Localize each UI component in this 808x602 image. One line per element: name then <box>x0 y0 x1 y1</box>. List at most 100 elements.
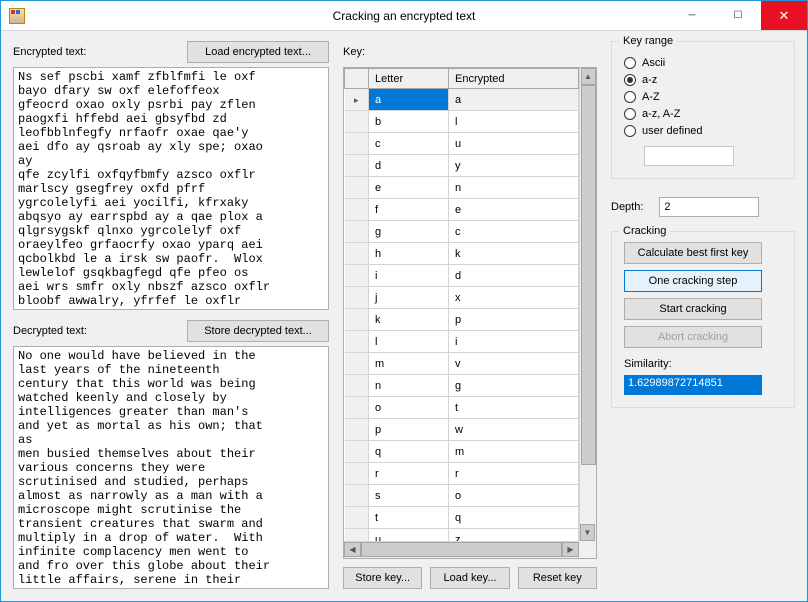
row-selector[interactable] <box>345 441 369 463</box>
key-row[interactable]: ng <box>345 375 579 397</box>
key-cell-letter[interactable]: n <box>369 375 449 397</box>
key-cell-encrypted[interactable]: u <box>449 133 579 155</box>
scroll-left-icon[interactable]: ◀ <box>344 542 361 557</box>
row-selector[interactable] <box>345 463 369 485</box>
key-row[interactable]: hk <box>345 243 579 265</box>
key-cell-encrypted[interactable]: p <box>449 309 579 331</box>
grid-horizontal-scrollbar[interactable]: ◀ ▶ <box>344 541 579 558</box>
row-selector[interactable] <box>345 419 369 441</box>
key-cell-letter[interactable]: q <box>369 441 449 463</box>
key-cell-letter[interactable]: k <box>369 309 449 331</box>
titlebar[interactable]: Cracking an encrypted text ─ ☐ ✕ <box>1 1 807 31</box>
key-cell-letter[interactable]: a <box>369 89 449 111</box>
key-cell-encrypted[interactable]: a <box>449 89 579 111</box>
key-row[interactable]: mv <box>345 353 579 375</box>
radio-user-defined[interactable]: user defined <box>624 125 782 137</box>
key-row[interactable]: so <box>345 485 579 507</box>
row-selector[interactable] <box>345 397 369 419</box>
key-row[interactable]: jx <box>345 287 579 309</box>
key-cell-letter[interactable]: m <box>369 353 449 375</box>
row-selector[interactable] <box>345 155 369 177</box>
key-cell-letter[interactable]: o <box>369 397 449 419</box>
key-header-letter[interactable]: Letter <box>369 69 449 89</box>
key-cell-encrypted[interactable]: l <box>449 111 579 133</box>
key-cell-letter[interactable]: g <box>369 221 449 243</box>
key-cell-encrypted[interactable]: y <box>449 155 579 177</box>
store-key-button[interactable]: Store key... <box>343 567 422 589</box>
key-row[interactable]: ot <box>345 397 579 419</box>
key-cell-encrypted[interactable]: x <box>449 287 579 309</box>
key-cell-encrypted[interactable]: e <box>449 199 579 221</box>
close-button[interactable]: ✕ <box>761 1 807 30</box>
key-cell-letter[interactable]: d <box>369 155 449 177</box>
row-selector[interactable] <box>345 287 369 309</box>
key-row[interactable]: qm <box>345 441 579 463</box>
reset-key-button[interactable]: Reset key <box>518 567 597 589</box>
row-selector[interactable] <box>345 485 369 507</box>
maximize-button[interactable]: ☐ <box>715 1 761 30</box>
row-selector[interactable] <box>345 111 369 133</box>
key-cell-encrypted[interactable]: c <box>449 221 579 243</box>
key-cell-letter[interactable]: c <box>369 133 449 155</box>
start-cracking-button[interactable]: Start cracking <box>624 298 762 320</box>
row-selector[interactable] <box>345 309 369 331</box>
key-cell-letter[interactable]: h <box>369 243 449 265</box>
key-header-encrypted[interactable]: Encrypted <box>449 69 579 89</box>
one-cracking-step-button[interactable]: One cracking step <box>624 270 762 292</box>
key-row[interactable]: pw <box>345 419 579 441</box>
key-row[interactable]: aa <box>345 89 579 111</box>
grid-corner-header[interactable] <box>345 69 369 89</box>
key-cell-letter[interactable]: r <box>369 463 449 485</box>
key-cell-letter[interactable]: s <box>369 485 449 507</box>
similarity-value[interactable]: 1.62989872714851 <box>624 375 762 395</box>
row-selector[interactable] <box>345 177 369 199</box>
store-decrypted-button[interactable]: Store decrypted text... <box>187 320 329 342</box>
key-cell-letter[interactable]: j <box>369 287 449 309</box>
row-selector[interactable] <box>345 199 369 221</box>
row-selector[interactable] <box>345 89 369 111</box>
load-encrypted-button[interactable]: Load encrypted text... <box>187 41 329 63</box>
key-cell-encrypted[interactable]: o <box>449 485 579 507</box>
user-defined-input[interactable] <box>644 146 734 166</box>
row-selector[interactable] <box>345 507 369 529</box>
key-cell-letter[interactable]: e <box>369 177 449 199</box>
row-selector[interactable] <box>345 243 369 265</box>
key-cell-letter[interactable]: i <box>369 265 449 287</box>
key-row[interactable]: rr <box>345 463 579 485</box>
key-cell-encrypted[interactable]: k <box>449 243 579 265</box>
row-selector[interactable] <box>345 265 369 287</box>
key-row[interactable]: bl <box>345 111 579 133</box>
key-cell-letter[interactable]: f <box>369 199 449 221</box>
calculate-first-key-button[interactable]: Calculate best first key <box>624 242 762 264</box>
key-cell-encrypted[interactable]: g <box>449 375 579 397</box>
minimize-button[interactable]: ─ <box>669 1 715 30</box>
key-row[interactable]: gc <box>345 221 579 243</box>
key-row[interactable]: tq <box>345 507 579 529</box>
key-cell-encrypted[interactable]: i <box>449 331 579 353</box>
key-cell-letter[interactable]: l <box>369 331 449 353</box>
key-cell-encrypted[interactable]: t <box>449 397 579 419</box>
row-selector[interactable] <box>345 353 369 375</box>
key-cell-encrypted[interactable]: m <box>449 441 579 463</box>
scroll-down-icon[interactable]: ▼ <box>580 524 595 541</box>
key-grid[interactable]: Letter Encrypted aablcudyenfegchkidjxkpl… <box>343 67 597 559</box>
key-row[interactable]: li <box>345 331 579 353</box>
key-cell-letter[interactable]: t <box>369 507 449 529</box>
radio-a-z[interactable]: a-z <box>624 74 782 86</box>
key-cell-encrypted[interactable]: w <box>449 419 579 441</box>
key-row[interactable]: kp <box>345 309 579 331</box>
key-cell-encrypted[interactable]: r <box>449 463 579 485</box>
key-cell-letter[interactable]: p <box>369 419 449 441</box>
key-cell-encrypted[interactable]: n <box>449 177 579 199</box>
key-row[interactable]: fe <box>345 199 579 221</box>
key-cell-encrypted[interactable]: d <box>449 265 579 287</box>
encrypted-textarea[interactable] <box>13 67 329 310</box>
decrypted-textarea[interactable] <box>13 346 329 589</box>
radio-az-AZ[interactable]: a-z, A-Z <box>624 108 782 120</box>
key-cell-letter[interactable]: b <box>369 111 449 133</box>
key-cell-encrypted[interactable]: q <box>449 507 579 529</box>
key-row[interactable]: id <box>345 265 579 287</box>
radio-ascii[interactable]: Ascii <box>624 57 782 69</box>
grid-vertical-scrollbar[interactable]: ▲ ▼ <box>579 68 596 541</box>
row-selector[interactable] <box>345 133 369 155</box>
